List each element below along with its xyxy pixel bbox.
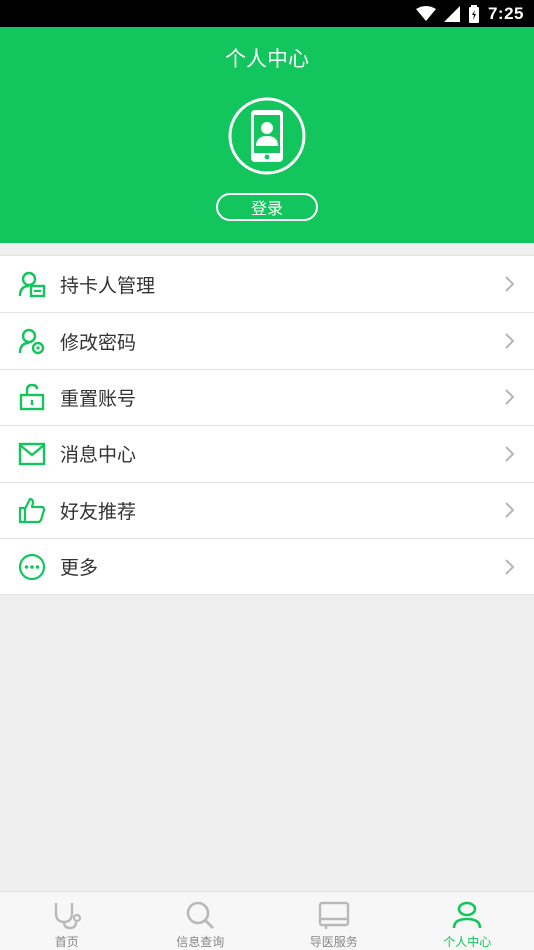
stethoscope-icon bbox=[50, 900, 84, 930]
tab-info-query[interactable]: 信息查询 bbox=[134, 892, 268, 950]
phone-avatar-icon bbox=[228, 97, 306, 175]
wifi-icon bbox=[415, 5, 436, 22]
menu-item-label: 修改密码 bbox=[60, 331, 137, 354]
menu-item-recommend-friends[interactable]: 好友推荐 bbox=[0, 481, 534, 538]
unlock-icon bbox=[18, 383, 46, 411]
chevron-right-icon bbox=[502, 558, 516, 576]
chevron-right-icon bbox=[502, 332, 516, 350]
guide-icon bbox=[317, 900, 351, 930]
avatar bbox=[228, 97, 306, 175]
user-settings-icon bbox=[18, 327, 46, 355]
menu-item-label: 持卡人管理 bbox=[60, 274, 156, 297]
menu-item-change-password[interactable]: 修改密码 bbox=[0, 312, 534, 368]
tab-personal-center[interactable]: 个人中心 bbox=[401, 892, 534, 950]
tab-label: 信息查询 bbox=[176, 935, 225, 949]
tab-home[interactable]: 首页 bbox=[0, 892, 134, 950]
chevron-right-icon bbox=[502, 501, 516, 519]
signal-icon bbox=[443, 5, 460, 22]
mail-icon bbox=[18, 440, 46, 468]
chevron-right-icon bbox=[502, 275, 516, 293]
menu-item-label: 好友推荐 bbox=[60, 500, 137, 523]
card-holder-icon bbox=[18, 270, 46, 298]
menu-item-label: 更多 bbox=[60, 557, 99, 580]
tab-label: 首页 bbox=[54, 935, 79, 949]
menu-item-message-center[interactable]: 消息中心 bbox=[0, 425, 534, 481]
menu-item-label: 消息中心 bbox=[60, 444, 137, 467]
page-title: 个人中心 bbox=[225, 47, 309, 71]
search-icon bbox=[183, 900, 217, 930]
login-button[interactable]: 登录 bbox=[216, 193, 318, 221]
status-bar: 7:25 bbox=[0, 0, 534, 27]
menu-item-more[interactable]: 更多 bbox=[0, 537, 534, 594]
tab-label: 导医服务 bbox=[309, 935, 358, 949]
menu-item-label: 重置账号 bbox=[60, 387, 137, 410]
bottom-tab-bar: 首页 信息查询 导医服务 个人中心 bbox=[0, 891, 534, 950]
chevron-right-icon bbox=[502, 388, 516, 406]
menu-item-reset-account[interactable]: 重置账号 bbox=[0, 368, 534, 425]
thumbs-up-icon bbox=[18, 496, 46, 524]
settings-menu: 持卡人管理 修改密码 重置账号 消息中心 好友推荐 更多 bbox=[0, 255, 534, 596]
tab-guide-service[interactable]: 导医服务 bbox=[267, 892, 401, 950]
profile-header: 个人中心 登录 bbox=[0, 27, 534, 243]
person-icon bbox=[450, 900, 484, 930]
chevron-right-icon bbox=[502, 445, 516, 463]
tab-label: 个人中心 bbox=[443, 935, 492, 949]
battery-icon bbox=[468, 4, 480, 23]
menu-item-card-holder[interactable]: 持卡人管理 bbox=[0, 256, 534, 312]
more-icon bbox=[18, 553, 46, 581]
clock: 7:25 bbox=[487, 3, 524, 23]
